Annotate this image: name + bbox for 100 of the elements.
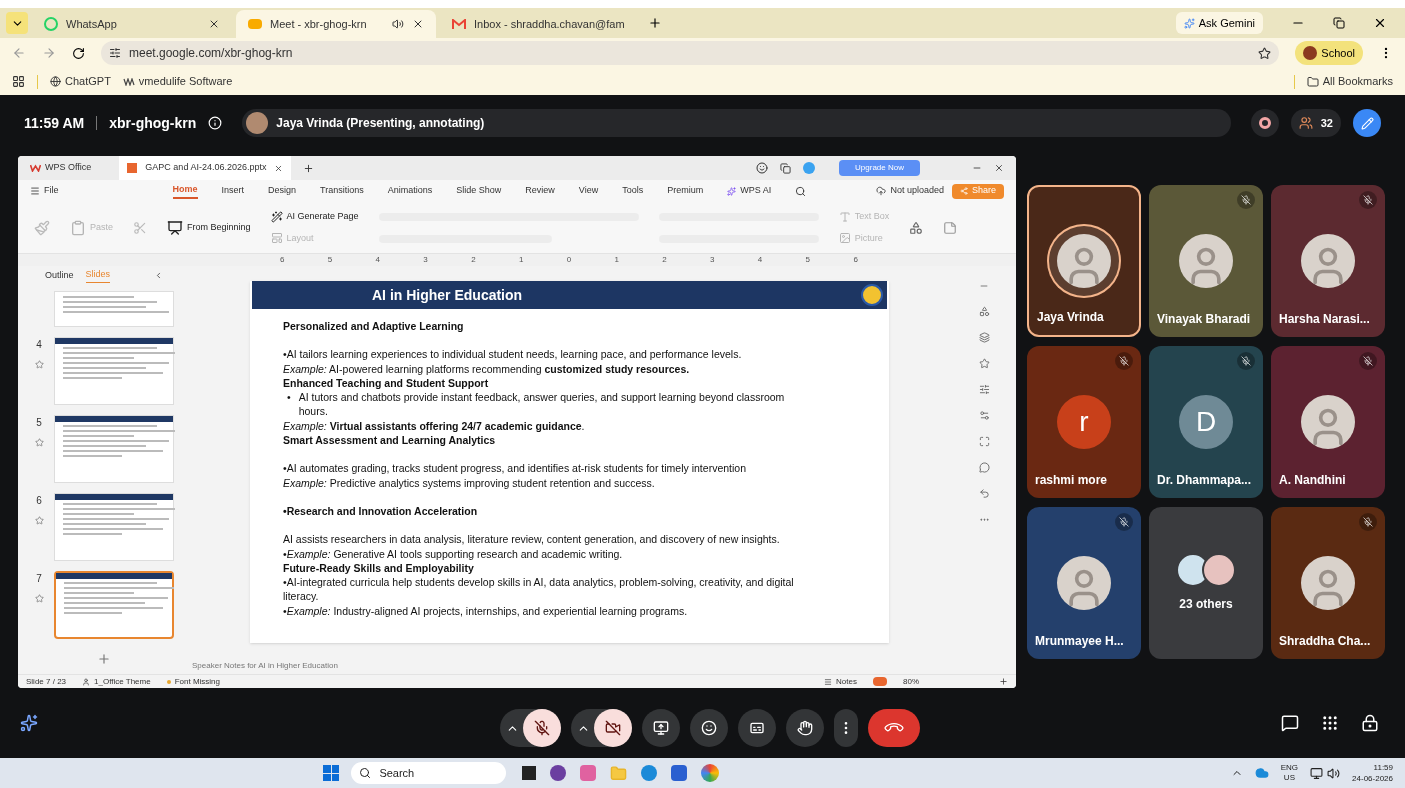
leave-call-button[interactable]	[868, 709, 920, 747]
chat-icon[interactable]	[1281, 714, 1299, 732]
start-icon[interactable]	[323, 765, 340, 781]
undo-icon[interactable]	[978, 488, 990, 499]
browser-tab[interactable]: Meet - xbr-ghog-krn	[236, 10, 436, 38]
bookmark-link[interactable]: vmedulife Software	[122, 73, 233, 90]
back-icon[interactable]	[12, 46, 26, 60]
folder-icon	[1306, 75, 1319, 88]
ask-gemini-button[interactable]: Ask Gemini	[1175, 12, 1263, 34]
windows-icon[interactable]	[780, 162, 792, 174]
globe-icon	[50, 76, 61, 87]
captions-button[interactable]	[738, 709, 776, 747]
microphone-button[interactable]	[523, 709, 561, 747]
task-view-icon[interactable]	[522, 766, 537, 780]
close-icon	[274, 163, 284, 173]
shapes-icon[interactable]	[909, 220, 924, 235]
expand-icon[interactable]	[978, 436, 990, 447]
reactions-button[interactable]	[690, 709, 728, 747]
menu-tab[interactable]: Design	[268, 184, 297, 198]
search-icon[interactable]	[795, 185, 807, 197]
raise-hand-button[interactable]	[786, 709, 824, 747]
language-label[interactable]: ENG	[1280, 763, 1299, 773]
activities-icon[interactable]	[1321, 714, 1339, 732]
ruler-number: 4	[757, 254, 763, 266]
zoom-in-icon[interactable]	[999, 677, 1008, 686]
star-icon[interactable]	[978, 358, 990, 369]
layout-icon	[270, 232, 283, 245]
taskbar-search-field[interactable]: Search	[351, 762, 507, 784]
menu-tab[interactable]: Review	[525, 184, 555, 198]
document-tab[interactable]: GAPC and AI-24.06.2026.pptx	[119, 156, 292, 180]
restore-icon[interactable]	[1333, 17, 1345, 29]
wand-icon	[270, 210, 283, 223]
captions-icon	[749, 720, 765, 736]
annotate-button[interactable]	[1353, 109, 1381, 137]
layers-icon[interactable]	[978, 332, 990, 343]
settings-icon[interactable]	[978, 410, 990, 421]
browser-icon[interactable]	[701, 764, 720, 782]
zoom-level[interactable]: 80%	[903, 675, 919, 688]
close-icon[interactable]	[994, 163, 1004, 173]
tab-list-button[interactable]	[6, 12, 28, 34]
participants-button[interactable]: 32	[1290, 109, 1341, 137]
face-icon[interactable]	[756, 162, 769, 174]
network-icon[interactable]	[1310, 766, 1324, 780]
clock-date[interactable]: 24-06-2026	[1352, 773, 1393, 784]
region-label[interactable]: US	[1283, 773, 1295, 783]
host-controls-icon[interactable]	[1361, 714, 1379, 732]
meeting-time: 11:59 AM	[24, 113, 85, 133]
apps-icon[interactable]	[12, 75, 25, 88]
close-icon[interactable]	[1373, 16, 1387, 30]
menu-tab[interactable]: Premium	[667, 184, 704, 198]
collapse-icon[interactable]	[154, 270, 163, 280]
info-icon[interactable]	[208, 116, 223, 130]
close-icon[interactable]	[412, 18, 424, 30]
more-options-button[interactable]	[834, 709, 858, 747]
reload-icon[interactable]	[72, 46, 85, 60]
file-menu-button[interactable]: File	[30, 184, 59, 198]
comment-icon[interactable]	[978, 462, 990, 473]
font-missing-label[interactable]: Font Missing	[166, 675, 220, 688]
bookmark-link[interactable]: ChatGPT	[50, 73, 111, 90]
recording-icon[interactable]	[1250, 109, 1279, 137]
ruler-number: 3	[710, 254, 715, 266]
shapes-icon[interactable]	[978, 306, 990, 317]
bookmark-star-icon[interactable]	[1258, 46, 1272, 60]
browser-icon[interactable]	[641, 765, 658, 781]
slide-thumbnail[interactable]	[54, 570, 174, 639]
menu-tab[interactable]: Tools	[622, 184, 644, 198]
browser-tab[interactable]: WhatsApp	[32, 10, 232, 38]
menu-tab[interactable]: Slide Show	[456, 184, 502, 198]
store-icon[interactable]	[671, 765, 688, 781]
slide-title: AI in Higher Education	[372, 285, 523, 305]
menu-tab[interactable]: View	[578, 184, 599, 198]
app-icon[interactable]	[580, 765, 597, 781]
present-button[interactable]	[642, 709, 680, 747]
adjust-icon[interactable]	[978, 384, 990, 395]
ribbon-button[interactable]: AI Generate Page	[270, 210, 359, 224]
gemini-icon[interactable]	[20, 714, 38, 732]
camera-button[interactable]	[594, 709, 632, 747]
bookmarks-folder-link[interactable]: All Bookmarks	[1306, 73, 1393, 90]
theme-label[interactable]: 1_Office Theme	[82, 675, 151, 688]
app-icon[interactable]	[550, 765, 567, 781]
clock-time[interactable]: 11:59	[1373, 762, 1393, 773]
menu-tab[interactable]: Insert	[221, 184, 245, 198]
profile-button[interactable]: School	[1295, 41, 1363, 65]
address-bar[interactable]: meet.google.com/xbr-ghog-krn	[101, 41, 1280, 65]
app-tab[interactable]: WPS Office	[30, 161, 108, 175]
panel-tab[interactable]: Outline	[44, 268, 74, 282]
volume-icon[interactable]	[1327, 766, 1341, 780]
close-icon[interactable]	[208, 18, 220, 30]
new-tab-icon[interactable]	[648, 16, 662, 30]
wps-ai-button[interactable]: WPS AI	[727, 184, 772, 198]
slideshow-icon[interactable]	[873, 677, 887, 686]
notes-button[interactable]: Notes	[824, 675, 857, 688]
new-tab-icon[interactable]	[303, 162, 315, 174]
menu-tab[interactable]: Home	[172, 183, 198, 199]
browser-tab[interactable]: Inbox - shraddha.chavan@fam	[440, 10, 640, 38]
meeting-code: xbr-ghog-krn	[109, 113, 197, 133]
ribbon-button[interactable]: From Beginning	[167, 219, 251, 236]
cloud-icon[interactable]	[1254, 766, 1269, 780]
menu-tab[interactable]: Animations	[387, 184, 433, 198]
menu-tab[interactable]: Transitions	[320, 184, 364, 198]
